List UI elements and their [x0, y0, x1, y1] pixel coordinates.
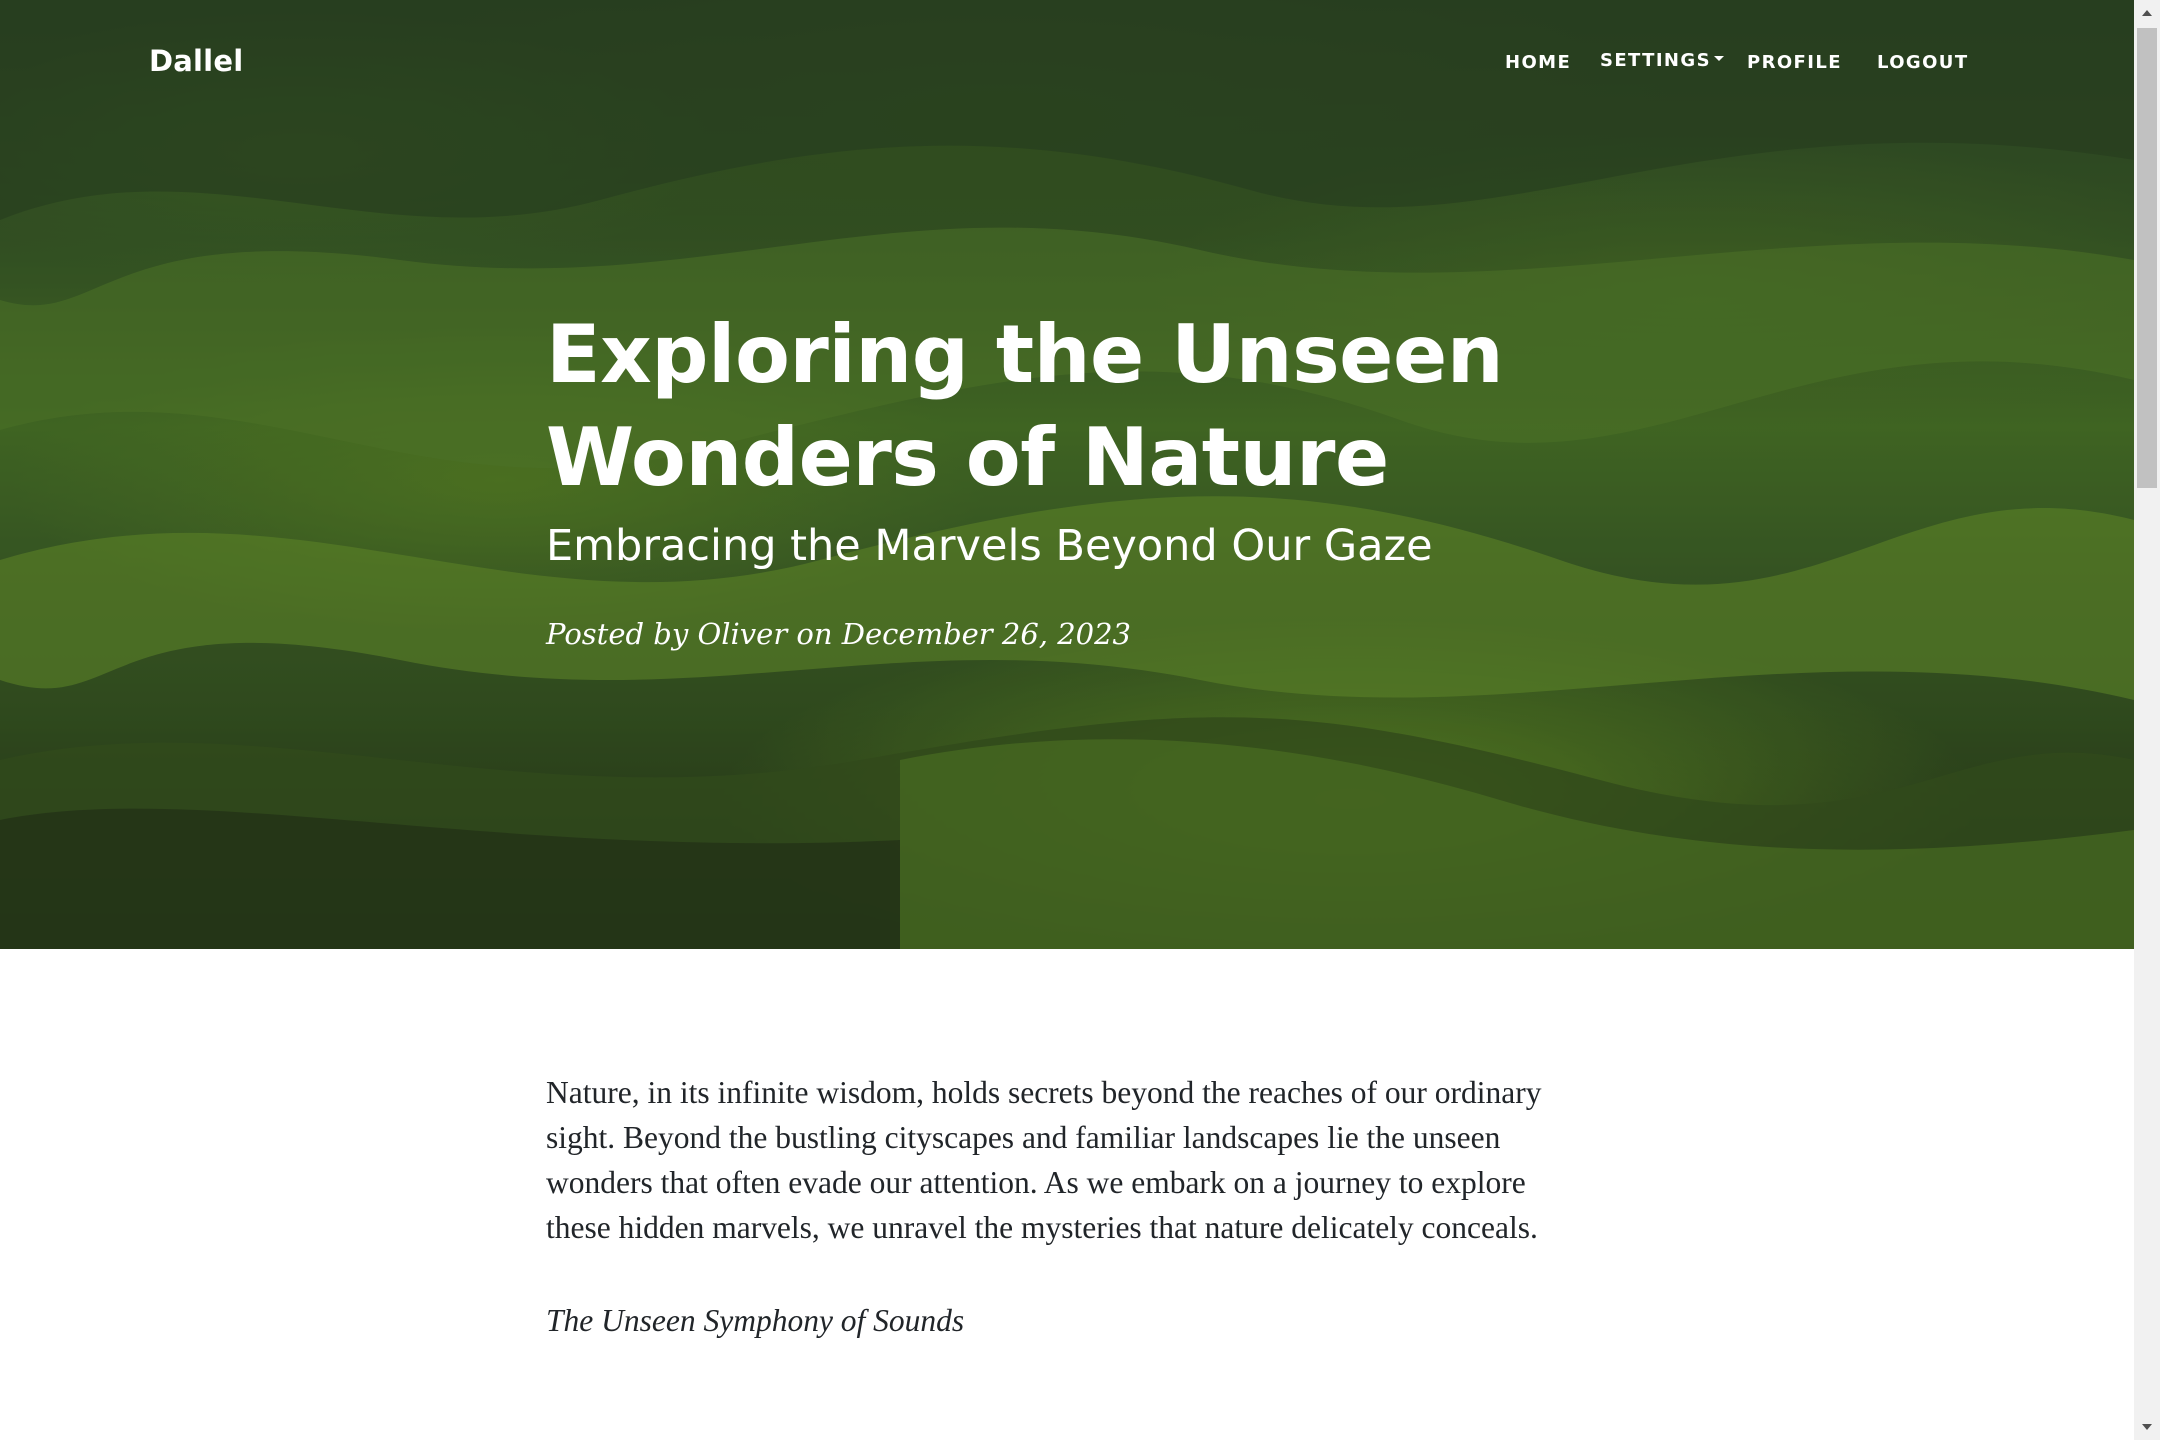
arrow-up-icon[interactable]	[2134, 0, 2160, 26]
post-subtitle: Embracing the Marvels Beyond Our Gaze	[546, 521, 1433, 571]
nav-settings-label: SETTINGS	[1600, 50, 1711, 71]
hero-header: Dallel HOME SETTINGS PROFILE LOGOUT Expl…	[0, 0, 2134, 949]
arrow-down-icon[interactable]	[2134, 1414, 2160, 1440]
scrollbar-thumb[interactable]	[2137, 28, 2157, 488]
nav-profile-link[interactable]: PROFILE	[1747, 52, 1842, 73]
intro-paragraph: Nature, in its infinite wisdom, holds se…	[546, 1075, 1542, 1245]
section-heading: The Unseen Symphony of Sounds	[546, 1303, 965, 1338]
blog-post-page: Dallel HOME SETTINGS PROFILE LOGOUT Expl…	[0, 0, 2160, 1440]
post-title: Exploring the Unseen Wonders of Nature	[546, 308, 1504, 504]
nav-logout-link[interactable]: LOGOUT	[1877, 52, 1969, 73]
nav-home-link[interactable]: HOME	[1505, 52, 1571, 73]
caret-down-icon	[1713, 55, 1724, 61]
post-body: Nature, in its infinite wisdom, holds se…	[546, 1070, 1576, 1343]
nav-settings-dropdown[interactable]: SETTINGS	[1600, 50, 1724, 71]
vertical-scrollbar[interactable]	[2134, 0, 2160, 1440]
post-meta: Posted by Oliver on December 26, 2023	[546, 617, 1132, 651]
main-nav: HOME SETTINGS PROFILE LOGOUT	[0, 50, 2134, 80]
